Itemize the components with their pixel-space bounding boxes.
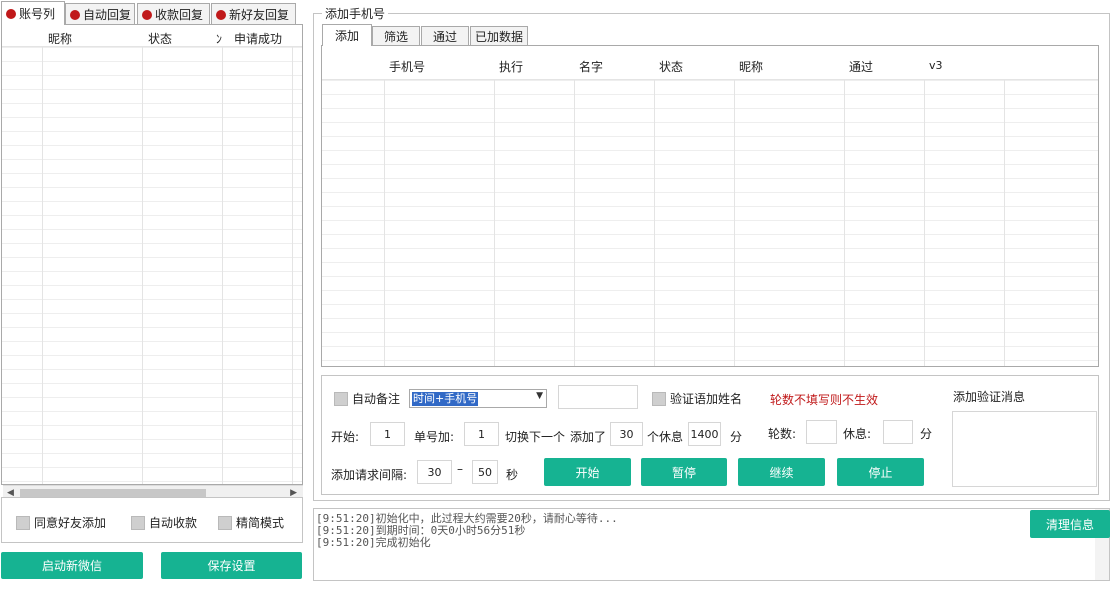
checkbox-label: 精简模式 xyxy=(236,516,285,530)
col-hidden[interactable]: ﾝ xyxy=(216,30,222,47)
rounds-input[interactable] xyxy=(806,420,837,444)
rounds-label: 轮数: xyxy=(768,427,797,441)
group-title: 添加手机号 xyxy=(322,5,389,22)
phone-table[interactable]: 手机号 执行 名字 状态 昵称 通过 v3 xyxy=(321,45,1099,367)
start-input[interactable]: 1 xyxy=(370,422,405,446)
checkbox-label: 自动收款 xyxy=(149,516,198,530)
col-apply-success[interactable]: 申请成功 xyxy=(234,30,282,47)
status-dot-icon xyxy=(70,9,80,20)
clear-log-button[interactable]: 清理信息 xyxy=(1030,510,1110,538)
verify-message-label: 添加验证消息 xyxy=(953,390,1026,404)
col-name[interactable]: 名字 xyxy=(579,58,603,75)
verify-message-textarea[interactable] xyxy=(952,411,1097,487)
interval-max-input[interactable]: 50 xyxy=(472,460,498,484)
seconds-label: 秒 xyxy=(506,468,519,482)
remark-input[interactable] xyxy=(558,385,638,409)
pause-button[interactable]: 暂停 xyxy=(641,458,727,486)
col-execute[interactable]: 执行 xyxy=(499,58,523,75)
checkbox-label: 验证语加姓名 xyxy=(670,392,743,406)
col-v3[interactable]: v3 xyxy=(929,59,943,72)
interval-min-input[interactable]: 30 xyxy=(417,460,452,484)
tab-auto-reply[interactable]: 自动回复 xyxy=(65,3,135,25)
tab-filter[interactable]: 筛选 xyxy=(372,26,420,46)
status-dot-icon xyxy=(6,8,16,19)
rest-count-label: 个休息 xyxy=(647,430,684,444)
chevron-down-icon[interactable]: ▼ xyxy=(536,391,543,401)
minutes-label-2: 分 xyxy=(920,427,933,441)
single-add-input[interactable]: 1 xyxy=(464,422,499,446)
table-header xyxy=(322,46,1098,80)
status-dot-icon xyxy=(142,9,152,20)
col-nickname[interactable]: 昵称 xyxy=(739,58,763,75)
added-label: 添加了 xyxy=(570,430,607,444)
options-panel: 同意好友添加 自动收款 精简模式 xyxy=(1,497,303,543)
start-button[interactable]: 开始 xyxy=(544,458,631,486)
auto-remark-checkbox[interactable]: 自动备注 xyxy=(334,390,400,407)
col-status[interactable]: 状态 xyxy=(659,58,683,75)
single-add-label: 单号加: xyxy=(414,430,455,444)
tab-pass[interactable]: 通过 xyxy=(421,26,469,46)
added-count-input[interactable]: 30 xyxy=(610,422,643,446)
tab-label: 自动回复 xyxy=(83,8,132,22)
tab-added-data[interactable]: 已加数据 xyxy=(470,26,528,46)
rounds-warning: 轮数不填写则不生效 xyxy=(770,393,879,407)
verify-add-name-checkbox[interactable]: 验证语加姓名 xyxy=(652,390,742,407)
checkbox-label: 同意好友添加 xyxy=(34,516,107,530)
log-panel[interactable]: [9:51:20]初始化中，此过程大约需要20秒，请耐心等待... [9:51:… xyxy=(313,508,1110,581)
accept-friend-checkbox[interactable]: 同意好友添加 xyxy=(16,514,106,531)
select-value: 时间+手机号 xyxy=(412,392,479,406)
tab-add[interactable]: 添加 xyxy=(322,24,372,46)
col-pass[interactable]: 通过 xyxy=(849,58,873,75)
account-table[interactable]: 昵称 状态 ﾝ 申请成功 ◀ ▶ xyxy=(1,24,303,503)
simple-mode-checkbox[interactable]: 精简模式 xyxy=(218,514,284,531)
checkbox-icon[interactable] xyxy=(218,515,232,530)
switch-next-label: 切换下一个 xyxy=(505,430,566,444)
continue-button[interactable]: 继续 xyxy=(738,458,825,486)
tab-label: 收款回复 xyxy=(155,8,204,22)
tab-label: 账号列 xyxy=(19,7,56,21)
remark-format-select[interactable]: 时间+手机号 ▼ xyxy=(409,389,547,408)
tab-account-list[interactable]: 账号列 xyxy=(1,1,65,25)
auto-collect-checkbox[interactable]: 自动收款 xyxy=(131,514,197,531)
tab-label: 新好友回复 xyxy=(229,8,290,22)
table-grid xyxy=(322,80,1098,366)
rest-minutes-input[interactable]: 1400 xyxy=(688,422,721,446)
col-nickname[interactable]: 昵称 xyxy=(48,30,72,47)
log-line: [9:51:20]完成初始化 xyxy=(316,536,431,549)
col-status[interactable]: 状态 xyxy=(148,30,172,47)
rest-label: 休息: xyxy=(843,427,872,441)
checkbox-icon[interactable] xyxy=(334,391,348,406)
minutes-label: 分 xyxy=(730,430,743,444)
tab-payment-reply[interactable]: 收款回复 xyxy=(137,3,210,25)
interval-label: 添加请求间隔: xyxy=(331,468,408,482)
stop-button[interactable]: 停止 xyxy=(837,458,924,486)
interval-separator: – xyxy=(457,462,463,476)
checkbox-icon[interactable] xyxy=(131,515,145,530)
save-settings-button[interactable]: 保存设置 xyxy=(161,552,302,579)
tab-new-friend-reply[interactable]: 新好友回复 xyxy=(211,3,296,25)
start-new-wechat-button[interactable]: 启动新微信 xyxy=(1,552,143,579)
rest-input[interactable] xyxy=(883,420,913,444)
checkbox-icon[interactable] xyxy=(16,515,30,530)
checkbox-icon[interactable] xyxy=(652,391,666,406)
start-label: 开始: xyxy=(331,430,360,444)
status-dot-icon xyxy=(216,9,226,20)
table-grid xyxy=(2,47,302,484)
checkbox-label: 自动备注 xyxy=(352,392,401,406)
col-phone[interactable]: 手机号 xyxy=(389,58,425,75)
